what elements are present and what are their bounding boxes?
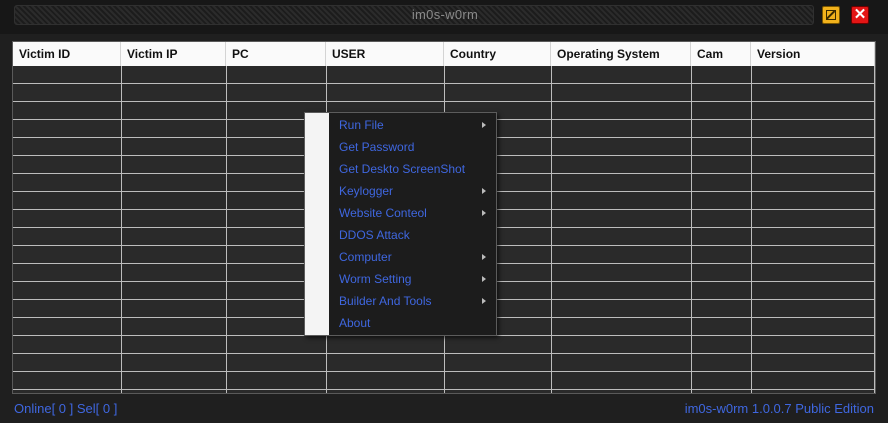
menu-item-run-file[interactable]: Run File <box>329 114 496 136</box>
title-bar[interactable]: im0s-w0rm ✕ <box>0 0 888 34</box>
column-header-victim-id[interactable]: Victim ID <box>13 42 121 66</box>
menu-item-label: Keylogger <box>339 184 394 198</box>
menu-item-label: Computer <box>339 250 392 264</box>
column-divider <box>551 66 552 393</box>
column-header-user[interactable]: USER <box>326 42 444 66</box>
menu-item-about[interactable]: About <box>329 312 496 334</box>
maximize-button[interactable] <box>822 6 840 24</box>
close-icon: ✕ <box>853 6 867 23</box>
context-menu: Run File Get Password Get Deskto ScreenS… <box>304 112 497 336</box>
column-header-victim-ip[interactable]: Victim IP <box>121 42 226 66</box>
column-header-country[interactable]: Country <box>444 42 551 66</box>
menu-item-label: About <box>339 316 371 330</box>
column-divider <box>691 66 692 393</box>
submenu-arrow-icon <box>482 298 486 304</box>
column-header-version[interactable]: Version <box>751 42 875 66</box>
menu-item-label: Website Conteol <box>339 206 427 220</box>
menu-item-label: Worm Setting <box>339 272 412 286</box>
status-version: im0s-w0rm 1.0.0.7 Public Edition <box>684 401 874 416</box>
window-title: im0s-w0rm <box>411 7 479 22</box>
menu-item-label: Builder And Tools <box>339 294 432 308</box>
close-button[interactable]: ✕ <box>851 6 869 24</box>
grid-header: Victim ID Victim IP PC USER Country Oper… <box>13 42 875 66</box>
menu-item-label: Get Deskto ScreenShot <box>339 162 466 176</box>
column-header-pc[interactable]: PC <box>226 42 326 66</box>
menu-item-label: DDOS Attack <box>339 228 410 242</box>
submenu-arrow-icon <box>482 210 486 216</box>
status-online-selected: Online[ 0 ] Sel[ 0 ] <box>14 401 118 416</box>
menu-item-worm-setting[interactable]: Worm Setting <box>329 268 496 290</box>
column-divider <box>751 66 752 393</box>
column-header-operating-system[interactable]: Operating System <box>551 42 691 66</box>
menu-item-label: Run File <box>339 118 384 132</box>
submenu-arrow-icon <box>482 276 486 282</box>
menu-item-website-control[interactable]: Website Conteol <box>329 202 496 224</box>
column-divider <box>226 66 227 393</box>
menu-item-ddos-attack[interactable]: DDOS Attack <box>329 224 496 246</box>
menu-item-keylogger[interactable]: Keylogger <box>329 180 496 202</box>
menu-item-computer[interactable]: Computer <box>329 246 496 268</box>
menu-item-get-password[interactable]: Get Password <box>329 136 496 158</box>
app-window: im0s-w0rm ✕ Victim ID Victim IP PC USER … <box>0 0 888 423</box>
submenu-arrow-icon <box>482 188 486 194</box>
submenu-arrow-icon <box>482 254 486 260</box>
menu-item-label: Get Password <box>339 140 415 154</box>
submenu-arrow-icon <box>482 122 486 128</box>
column-header-cam[interactable]: Cam <box>691 42 751 66</box>
menu-item-get-desktop-screenshot[interactable]: Get Deskto ScreenShot <box>329 158 496 180</box>
menu-item-builder-and-tools[interactable]: Builder And Tools <box>329 290 496 312</box>
column-divider <box>874 66 875 393</box>
context-menu-gutter <box>305 113 329 335</box>
column-divider <box>121 66 122 393</box>
